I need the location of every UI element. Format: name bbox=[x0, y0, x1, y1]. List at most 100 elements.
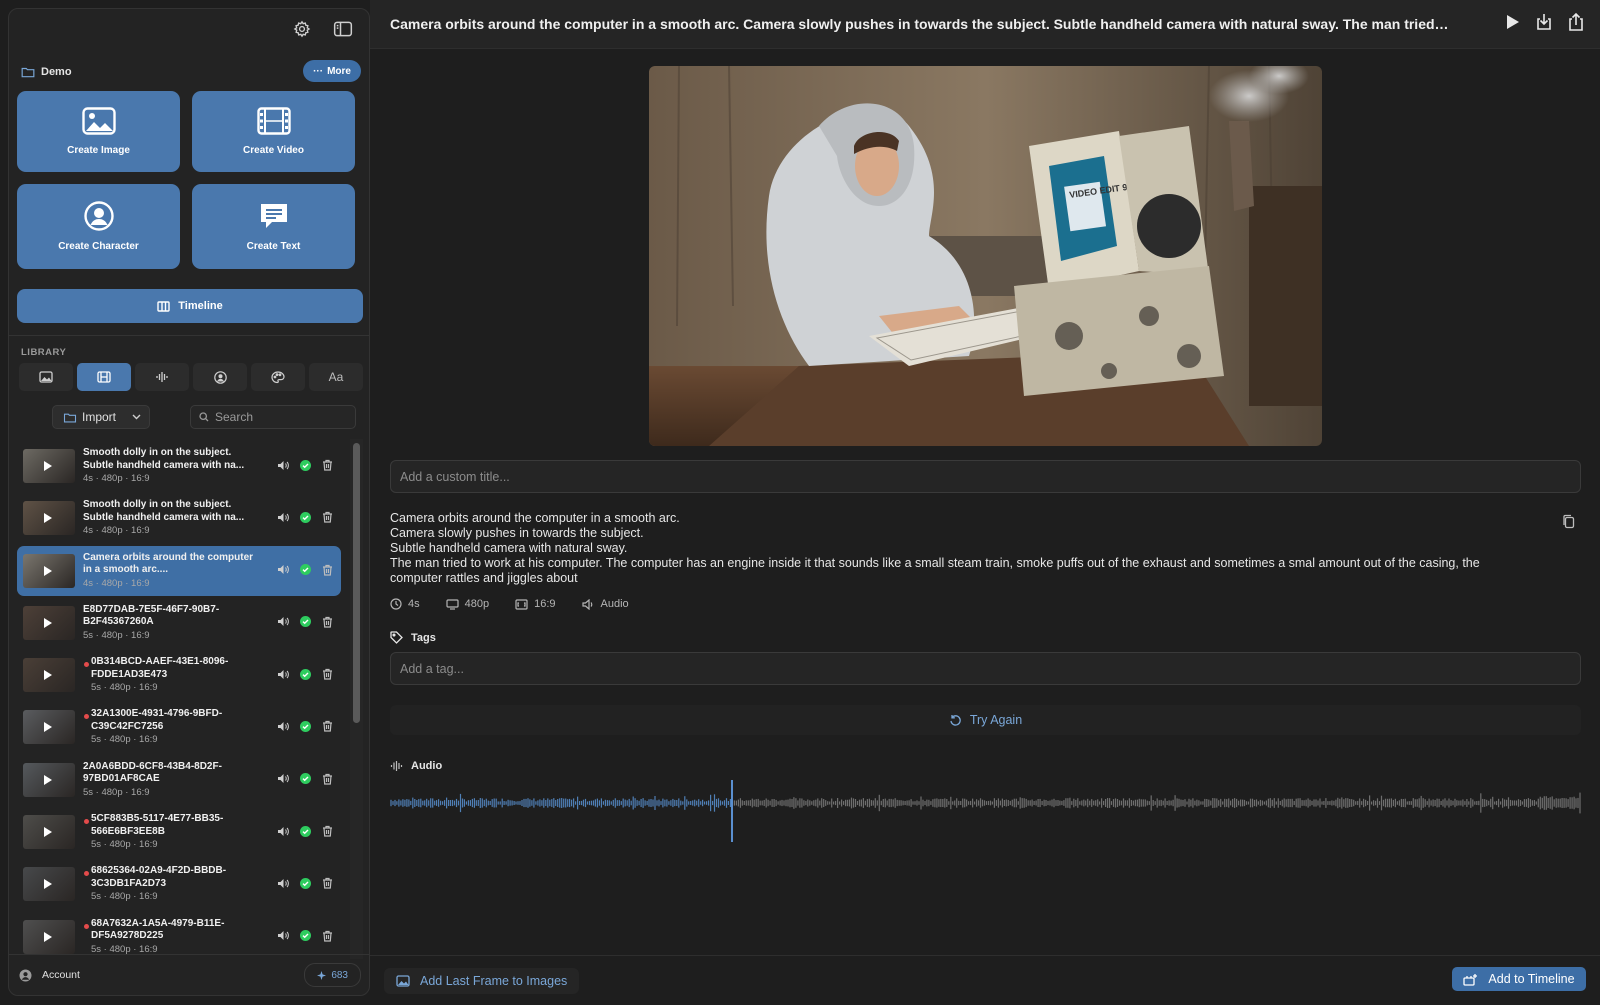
speaker-icon[interactable] bbox=[277, 564, 289, 575]
chevron-down-icon bbox=[132, 414, 141, 420]
library-item[interactable]: 68625364-02A9-4F2D-BBDB-3C3DB1FA2D73 5s ·… bbox=[17, 859, 341, 909]
chat-bubble-icon bbox=[258, 201, 290, 231]
trash-icon[interactable] bbox=[322, 616, 333, 628]
library-item-text: E8D77DAB-7E5F-46F7-90B7-B2F45367260A 5s ·… bbox=[83, 604, 255, 641]
library-tab-images[interactable] bbox=[19, 363, 73, 391]
prompt-line: Subtle handheld camera with natural sway… bbox=[390, 541, 628, 555]
folder-icon bbox=[21, 66, 35, 78]
image-icon bbox=[81, 107, 116, 135]
import-dropdown-button[interactable]: Import bbox=[52, 405, 150, 429]
meta-aspect: 16:9 bbox=[534, 598, 556, 610]
trash-icon[interactable] bbox=[322, 720, 333, 733]
library-item[interactable]: Camera orbits around the computer in a s… bbox=[17, 545, 341, 596]
create-character-tile[interactable]: Create Character bbox=[17, 184, 180, 269]
library-item[interactable]: 32A1300E-4931-4796-9BFD-C39C42FC7256 5s ·… bbox=[17, 702, 341, 752]
play-icon bbox=[44, 670, 52, 681]
create-text-tile[interactable]: Create Text bbox=[192, 184, 355, 269]
speaker-icon[interactable] bbox=[277, 616, 289, 627]
top-actions bbox=[1502, 12, 1586, 32]
credits-badge[interactable]: 683 bbox=[304, 963, 361, 987]
image-icon bbox=[396, 975, 410, 987]
create-video-tile[interactable]: Create Video bbox=[192, 91, 355, 172]
video-meta-row: 4s 480p 16:9 Audio bbox=[390, 598, 629, 610]
play-icon[interactable] bbox=[1502, 12, 1522, 32]
library-item-actions bbox=[277, 459, 333, 471]
add-to-timeline-button[interactable]: Add to Timeline bbox=[1452, 967, 1586, 991]
search-icon bbox=[199, 412, 209, 422]
library-item-meta: 4s · 480p · 16:9 bbox=[83, 473, 150, 484]
top-bar: Camera orbits around the computer in a s… bbox=[370, 0, 1600, 49]
try-again-button[interactable]: Try Again bbox=[390, 705, 1581, 735]
speaker-icon[interactable] bbox=[277, 669, 289, 680]
meta-audio: Audio bbox=[600, 598, 629, 610]
library-item[interactable]: 0B314BCD-AAEF-43E1-8096-FDDE1AD3E473 5s ·… bbox=[17, 650, 341, 700]
library-item-text: Smooth dolly in on the subject. Subtle h… bbox=[83, 499, 255, 536]
play-icon bbox=[44, 722, 52, 733]
library-item[interactable]: Smooth dolly in on the subject. Subtle h… bbox=[17, 441, 341, 491]
create-image-tile[interactable]: Create Image bbox=[17, 91, 180, 172]
project-folder-name: Demo bbox=[41, 66, 72, 78]
library-item-text: 2A0A6BDD-6CF8-43B4-8D2F-97BD01AF8CAE 5s ·… bbox=[83, 761, 255, 798]
trash-icon[interactable] bbox=[322, 825, 333, 837]
trash-icon[interactable] bbox=[322, 564, 333, 576]
create-video-label: Create Video bbox=[243, 145, 304, 156]
more-button[interactable]: ··· More bbox=[303, 60, 361, 82]
library-tab-audio[interactable] bbox=[135, 363, 189, 391]
library-item[interactable]: 2A0A6BDD-6CF8-43B4-8D2F-97BD01AF8CAE 5s ·… bbox=[17, 755, 341, 805]
speaker-icon[interactable] bbox=[277, 721, 289, 732]
library-item-meta: 4s · 480p · 16:9 bbox=[83, 525, 150, 537]
share-icon[interactable] bbox=[1566, 12, 1586, 32]
prompt-line: The man tried to work at his computer. T… bbox=[390, 556, 1484, 585]
account-row[interactable]: Account 683 bbox=[9, 954, 369, 995]
trash-icon[interactable] bbox=[322, 459, 333, 471]
library-item[interactable]: E8D77DAB-7E5F-46F7-90B7-B2F45367260A 5s ·… bbox=[17, 598, 341, 648]
sidebar-top-bar bbox=[9, 9, 369, 49]
unseen-dot-icon bbox=[84, 662, 89, 668]
success-check-icon bbox=[300, 930, 311, 942]
copy-icon[interactable] bbox=[1562, 514, 1575, 529]
tag-input[interactable]: Add a tag... bbox=[390, 652, 1581, 685]
custom-title-input[interactable]: Add a custom title... bbox=[390, 460, 1581, 493]
settings-gear-icon[interactable] bbox=[289, 16, 315, 42]
speaker-icon[interactable] bbox=[277, 878, 289, 889]
add-last-frame-button[interactable]: Add Last Frame to Images bbox=[384, 968, 580, 994]
prompt-line: Camera orbits around the computer in a s… bbox=[390, 511, 680, 525]
download-icon[interactable] bbox=[1534, 12, 1554, 32]
library-item-text: 5CF883B5-5117-4E77-BB35-566E6BF3EE8B 5s ·… bbox=[91, 813, 255, 850]
library-item-actions bbox=[277, 668, 333, 680]
library-item-meta: 5s · 480p · 16:9 bbox=[91, 839, 158, 851]
speaker-icon[interactable] bbox=[277, 773, 289, 784]
speaker-icon[interactable] bbox=[277, 930, 289, 941]
video-preview[interactable]: VIDEO EDIT 95 bbox=[649, 66, 1322, 446]
film-icon bbox=[97, 371, 111, 383]
sidebar: Demo ··· More Create Image Create Video … bbox=[8, 8, 370, 996]
library-search-input[interactable]: Search bbox=[190, 405, 356, 429]
success-check-icon bbox=[300, 825, 311, 837]
speaker-icon[interactable] bbox=[277, 826, 289, 837]
speaker-icon[interactable] bbox=[277, 512, 289, 523]
library-item-title: Smooth dolly in on the subject. Subtle h… bbox=[83, 447, 245, 471]
meta-resolution: 480p bbox=[464, 598, 490, 610]
library-item[interactable]: 5CF883B5-5117-4E77-BB35-566E6BF3EE8B 5s ·… bbox=[17, 807, 341, 857]
speaker-icon[interactable] bbox=[277, 460, 289, 471]
library-item-actions bbox=[277, 564, 333, 576]
audio-waveform[interactable] bbox=[390, 780, 1581, 860]
trash-icon[interactable] bbox=[322, 930, 333, 942]
library-tab-characters[interactable] bbox=[193, 363, 247, 391]
library-tab-text[interactable]: Aa bbox=[309, 363, 363, 391]
palette-icon bbox=[271, 370, 285, 384]
video-thumbnail bbox=[23, 553, 75, 588]
trash-icon[interactable] bbox=[322, 877, 333, 889]
sidebar-toggle-icon[interactable] bbox=[330, 16, 356, 42]
library-tab-styles[interactable] bbox=[251, 363, 305, 391]
trash-icon[interactable] bbox=[322, 773, 333, 785]
trash-icon[interactable] bbox=[322, 511, 333, 523]
library-item[interactable]: Smooth dolly in on the subject. Subtle h… bbox=[17, 493, 341, 543]
timeline-columns-icon bbox=[157, 300, 170, 312]
library-tab-videos[interactable] bbox=[77, 363, 131, 391]
timeline-button[interactable]: Timeline bbox=[17, 289, 363, 323]
library-scrollbar[interactable] bbox=[353, 443, 360, 723]
play-icon bbox=[44, 513, 52, 524]
success-check-icon bbox=[300, 668, 311, 680]
trash-icon[interactable] bbox=[322, 668, 333, 680]
